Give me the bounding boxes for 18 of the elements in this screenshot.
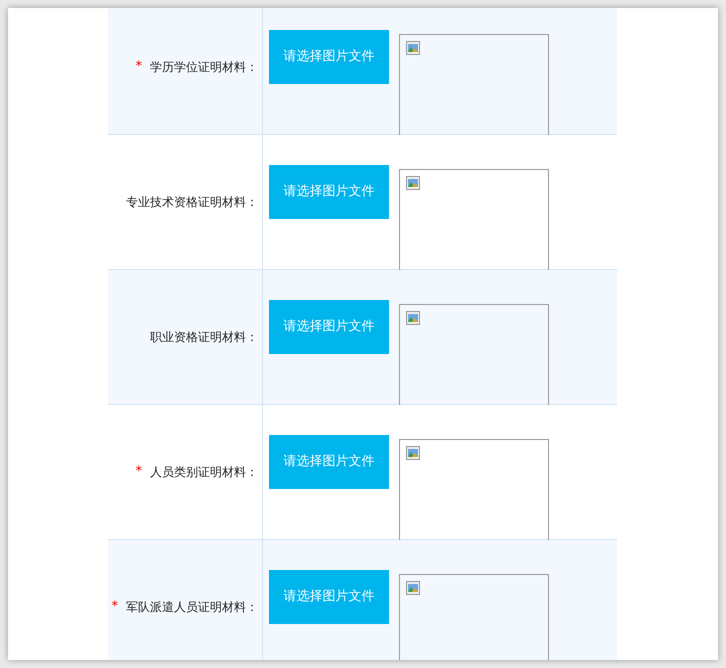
choose-image-button[interactable]: 请选择图片文件 bbox=[269, 570, 389, 624]
choose-image-button[interactable]: 请选择图片文件 bbox=[269, 300, 389, 354]
choose-image-button[interactable]: 请选择图片文件 bbox=[269, 165, 389, 219]
required-mark: * bbox=[136, 58, 142, 76]
field-label: 职业资格证明材料： bbox=[150, 329, 258, 346]
field-label: 专业技术资格证明材料： bbox=[126, 194, 258, 211]
required-mark: * bbox=[136, 463, 142, 482]
broken-image-icon bbox=[406, 41, 420, 55]
field-label: 学历学位证明材料： bbox=[150, 59, 258, 76]
field-label: 军队派遣人员证明材料： bbox=[126, 599, 258, 616]
choose-image-button[interactable]: 请选择图片文件 bbox=[269, 30, 389, 84]
field-label: 人员类别证明材料： bbox=[150, 464, 258, 481]
broken-image-icon bbox=[406, 176, 420, 190]
broken-image-icon bbox=[406, 581, 420, 595]
broken-image-icon bbox=[406, 311, 420, 325]
choose-image-button[interactable]: 请选择图片文件 bbox=[269, 435, 389, 489]
broken-image-icon bbox=[406, 446, 420, 460]
required-mark: * bbox=[112, 598, 118, 616]
